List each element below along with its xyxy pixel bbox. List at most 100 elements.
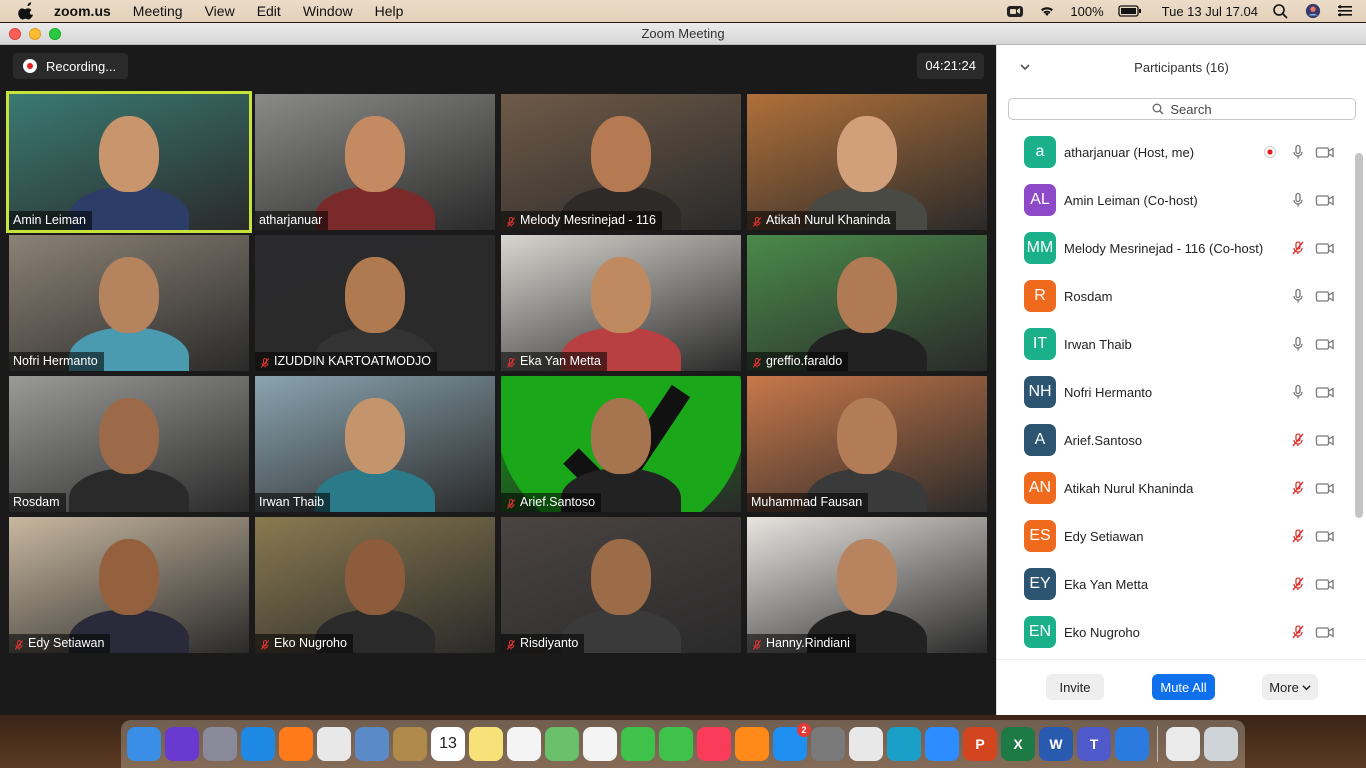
video-tile[interactable]: Risdiyanto	[501, 517, 741, 653]
minimize-window-button[interactable]	[29, 28, 41, 40]
video-tile[interactable]: Eka Yan Metta	[501, 235, 741, 371]
user-avatar-icon[interactable]	[1304, 3, 1322, 19]
menu-edit[interactable]: Edit	[257, 3, 281, 19]
participant-row[interactable]: R Rosdam	[997, 272, 1353, 320]
dock-blocks-icon[interactable]	[1115, 727, 1149, 761]
recording-indicator[interactable]: Recording...	[13, 53, 129, 79]
muted-mic-icon[interactable]	[1290, 432, 1306, 448]
dock-finder-icon[interactable]	[127, 727, 161, 761]
video-tile[interactable]: Irwan Thaib	[255, 376, 495, 512]
more-button[interactable]: More	[1262, 674, 1318, 700]
spotlight-icon[interactable]	[1272, 3, 1290, 19]
dock-calendar-icon[interactable]: 13	[431, 727, 465, 761]
dock-word-icon[interactable]: W	[1039, 727, 1073, 761]
dock-safari-icon[interactable]	[241, 727, 275, 761]
dock-photos-icon[interactable]	[583, 727, 617, 761]
participant-row[interactable]: MM Melody Mesrinejad - 116 (Co-host)	[997, 224, 1353, 272]
camera-icon[interactable]	[1315, 576, 1335, 592]
video-tile[interactable]: Melody Mesrinejad - 116	[501, 94, 741, 230]
battery-icon[interactable]	[1117, 3, 1142, 19]
dock-facetime-icon[interactable]	[659, 727, 693, 761]
participant-row[interactable]: IT Irwan Thaib	[997, 320, 1353, 368]
participant-row[interactable]: EY Eka Yan Metta	[997, 560, 1353, 608]
wifi-icon[interactable]	[1038, 3, 1056, 19]
zoom-menubar-icon[interactable]	[1006, 3, 1024, 19]
dock-chrome-icon[interactable]	[317, 727, 351, 761]
dock-music-icon[interactable]	[697, 727, 731, 761]
maximize-window-button[interactable]	[49, 28, 61, 40]
video-tile[interactable]: Atikah Nurul Khaninda	[747, 94, 987, 230]
participant-row[interactable]: NH Nofri Hermanto	[997, 368, 1353, 416]
dock-notes-icon[interactable]	[469, 727, 503, 761]
camera-icon[interactable]	[1315, 144, 1335, 160]
dock-notebook-icon[interactable]	[393, 727, 427, 761]
mic-icon[interactable]	[1290, 144, 1306, 160]
video-tile[interactable]: Muhammad Fausan	[747, 376, 987, 512]
close-window-button[interactable]	[9, 28, 21, 40]
camera-icon[interactable]	[1315, 480, 1335, 496]
dock-document-icon[interactable]	[1166, 727, 1200, 761]
video-tile[interactable]: atharjanuar	[255, 94, 495, 230]
participant-row[interactable]: A Arief.Santoso	[997, 416, 1353, 464]
camera-icon[interactable]	[1315, 240, 1335, 256]
clock[interactable]: Tue 13 Jul 17.04	[1162, 4, 1258, 19]
video-tile[interactable]: IZUDDIN KARTOATMODJO	[255, 235, 495, 371]
camera-icon[interactable]	[1315, 528, 1335, 544]
video-tile[interactable]: Rosdam	[9, 376, 249, 512]
video-tile[interactable]: Nofri Hermanto	[9, 235, 249, 371]
muted-mic-icon[interactable]	[1290, 480, 1306, 496]
muted-mic-icon[interactable]	[1290, 528, 1306, 544]
apple-icon[interactable]	[18, 2, 36, 20]
camera-icon[interactable]	[1315, 432, 1335, 448]
camera-icon[interactable]	[1315, 624, 1335, 640]
menu-window[interactable]: Window	[303, 3, 353, 19]
participant-row[interactable]: AN Atikah Nurul Khaninda	[997, 464, 1353, 512]
dock-preview-icon[interactable]	[355, 727, 389, 761]
menu-app-name[interactable]: zoom.us	[54, 3, 111, 19]
muted-mic-icon[interactable]	[1290, 240, 1306, 256]
mic-icon[interactable]	[1290, 288, 1306, 304]
dock-powerpoint-icon[interactable]: P	[963, 727, 997, 761]
collapse-chevron-icon[interactable]	[1019, 61, 1031, 73]
video-tile[interactable]: greffio.faraldo	[747, 235, 987, 371]
camera-icon[interactable]	[1315, 288, 1335, 304]
dock-zoom-icon[interactable]	[925, 727, 959, 761]
participant-row[interactable]: a atharjanuar (Host, me)	[997, 128, 1353, 176]
video-tile[interactable]: Arief.Santoso	[501, 376, 741, 512]
participants-scrollbar[interactable]	[1355, 153, 1363, 518]
dock-messages-icon[interactable]	[621, 727, 655, 761]
dock-network-icon[interactable]	[887, 727, 921, 761]
camera-icon[interactable]	[1315, 384, 1335, 400]
dock-siri-icon[interactable]	[165, 727, 199, 761]
dock-system-preferences-icon[interactable]	[811, 727, 845, 761]
menu-help[interactable]: Help	[375, 3, 404, 19]
mic-icon[interactable]	[1290, 192, 1306, 208]
dock-excel-icon[interactable]: X	[1001, 727, 1035, 761]
muted-mic-icon[interactable]	[1290, 624, 1306, 640]
dock-printer-icon[interactable]	[849, 727, 883, 761]
dock-firefox-icon[interactable]	[279, 727, 313, 761]
dock-maps-icon[interactable]	[545, 727, 579, 761]
video-tile[interactable]: Amin Leiman	[6, 91, 252, 233]
camera-icon[interactable]	[1315, 192, 1335, 208]
camera-icon[interactable]	[1315, 336, 1335, 352]
dock-reminders-icon[interactable]	[507, 727, 541, 761]
muted-mic-icon[interactable]	[1290, 576, 1306, 592]
mic-icon[interactable]	[1290, 384, 1306, 400]
video-tile[interactable]: Eko Nugroho	[255, 517, 495, 653]
participant-row[interactable]: ES Edy Setiawan	[997, 512, 1353, 560]
video-tile[interactable]: Edy Setiawan	[9, 517, 249, 653]
dock-teams-icon[interactable]: T	[1077, 727, 1111, 761]
menu-view[interactable]: View	[205, 3, 235, 19]
control-center-icon[interactable]	[1336, 3, 1354, 19]
invite-button[interactable]: Invite	[1046, 674, 1104, 700]
dock-trash-icon[interactable]	[1204, 727, 1238, 761]
mic-icon[interactable]	[1290, 336, 1306, 352]
participant-row[interactable]: AL Amin Leiman (Co-host)	[997, 176, 1353, 224]
participant-search-input[interactable]: Search	[1008, 98, 1356, 120]
dock-books-icon[interactable]	[735, 727, 769, 761]
dock-app-store-icon[interactable]: 2	[773, 723, 811, 761]
dock-launchpad-icon[interactable]	[203, 727, 237, 761]
participant-row[interactable]: EN Eko Nugroho	[997, 608, 1353, 656]
video-tile[interactable]: Hanny.Rindiani	[747, 517, 987, 653]
